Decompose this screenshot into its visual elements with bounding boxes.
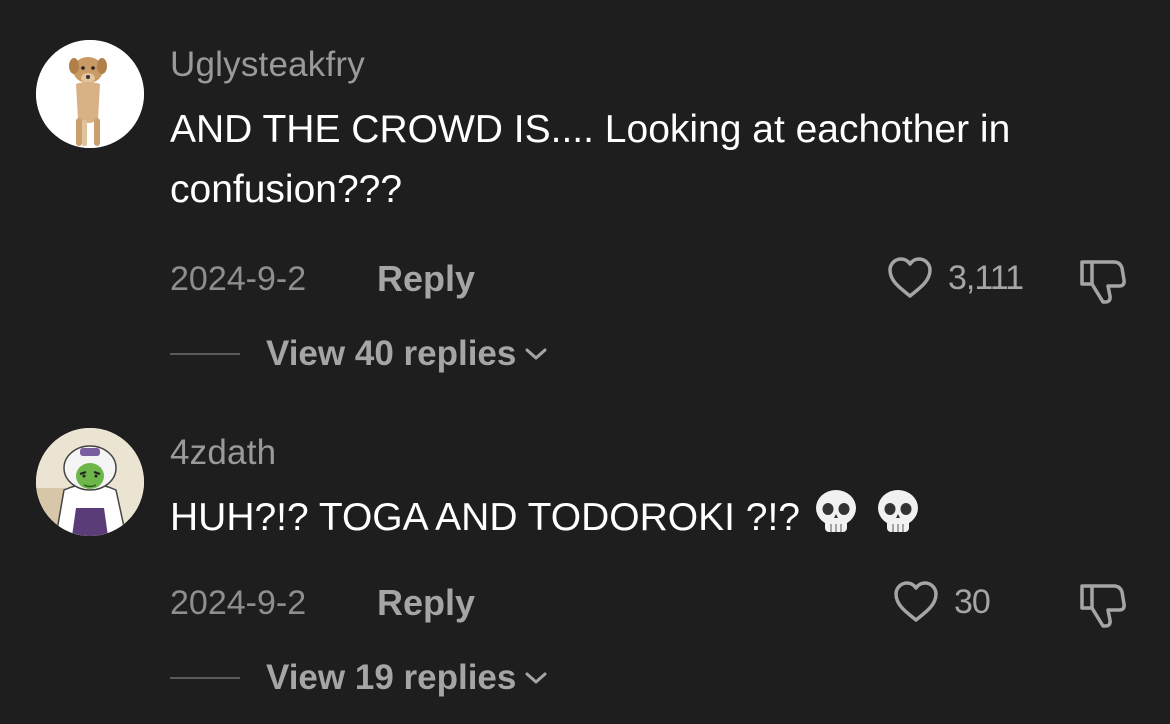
view-replies-label: View 40 replies xyxy=(266,334,517,373)
comment-meta: 2024-9-2 Reply 3,111 xyxy=(170,254,1130,304)
view-replies-button[interactable]: View 40 replies xyxy=(170,332,548,376)
like-count: 30 xyxy=(954,582,991,621)
avatar[interactable] xyxy=(36,40,144,148)
reply-button[interactable]: Reply xyxy=(377,258,475,300)
heart-outline-icon xyxy=(888,257,932,298)
like-button[interactable]: 3,111 xyxy=(886,256,1024,300)
heart-outline-icon xyxy=(894,581,938,622)
thumbs-down-icon xyxy=(1080,584,1126,628)
skull-emoji xyxy=(872,488,924,556)
username[interactable]: Uglysteakfry xyxy=(170,45,365,85)
divider-line xyxy=(170,353,240,355)
dislike-button[interactable] xyxy=(1076,256,1130,311)
divider-line xyxy=(170,677,240,679)
view-replies-label: View 19 replies xyxy=(266,658,517,697)
comment-text: AND THE CROWD IS.... Looking at eachothe… xyxy=(170,100,1130,220)
reply-button[interactable]: Reply xyxy=(377,582,475,624)
thumbs-down-icon xyxy=(1080,260,1126,304)
like-count: 3,111 xyxy=(948,258,1024,297)
comment-text: HUH?!? TOGA AND TODOROKI ?!? xyxy=(170,488,1130,556)
like-button[interactable]: 30 xyxy=(892,580,991,624)
comment-date: 2024-9-2 xyxy=(170,260,307,298)
skull-emoji xyxy=(810,488,862,556)
avatar[interactable] xyxy=(36,428,144,536)
chevron-down-icon xyxy=(525,348,547,360)
comment-text-content: HUH?!? TOGA AND TODOROKI ?!? xyxy=(170,496,800,539)
comment-meta: 2024-9-2 Reply 30 xyxy=(170,578,1130,628)
chevron-down-icon xyxy=(525,672,547,684)
cartoon-character-avatar xyxy=(36,428,144,536)
dog-photo-avatar xyxy=(36,40,144,148)
comment-text-content: AND THE CROWD IS.... Looking at eachothe… xyxy=(170,108,1011,211)
dislike-button[interactable] xyxy=(1076,580,1130,635)
view-replies-button[interactable]: View 19 replies xyxy=(170,656,548,700)
username[interactable]: 4zdath xyxy=(170,433,276,473)
comment-date: 2024-9-2 xyxy=(170,584,307,622)
